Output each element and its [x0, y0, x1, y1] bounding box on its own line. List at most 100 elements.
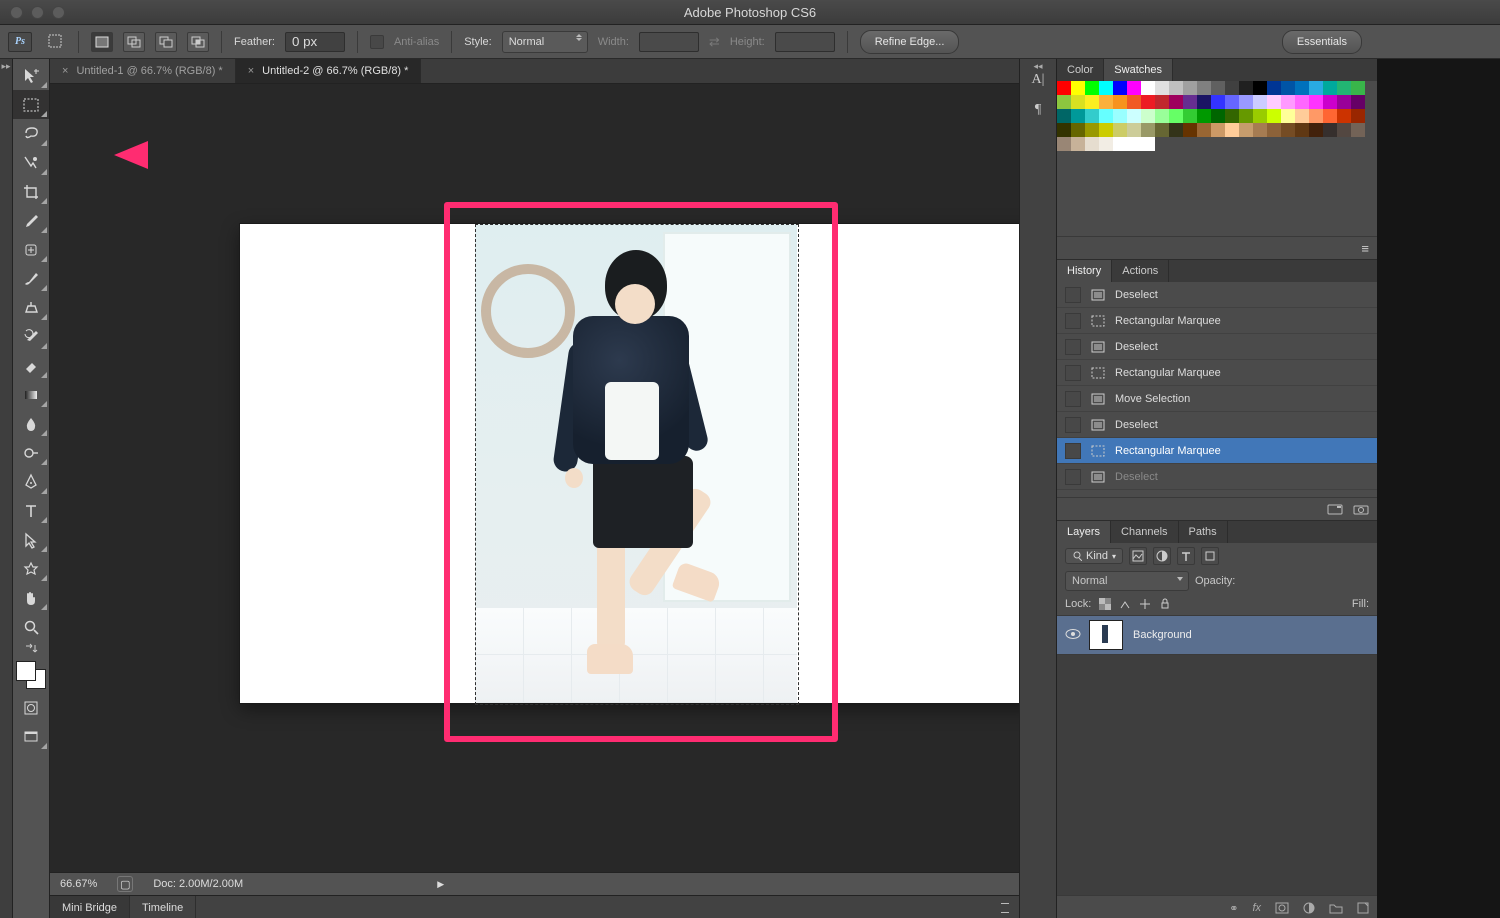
swatch[interactable] — [1057, 95, 1071, 109]
swatch[interactable] — [1337, 95, 1351, 109]
swatch[interactable] — [1295, 109, 1309, 123]
swatch[interactable] — [1253, 81, 1267, 95]
style-select[interactable]: Normal — [502, 31, 588, 53]
pen-tool[interactable] — [13, 467, 49, 496]
blend-mode-select[interactable]: Normal — [1065, 571, 1189, 591]
swatch[interactable] — [1337, 81, 1351, 95]
swatch[interactable] — [1071, 137, 1085, 151]
history-checkbox[interactable] — [1065, 287, 1081, 303]
eyedropper-tool[interactable] — [13, 206, 49, 235]
camera-icon[interactable] — [1353, 502, 1369, 516]
swatch[interactable] — [1099, 81, 1113, 95]
swatch[interactable] — [1337, 123, 1351, 137]
swatch[interactable] — [1113, 81, 1127, 95]
swatch[interactable] — [1169, 123, 1183, 137]
swatch[interactable] — [1113, 137, 1127, 151]
swatch[interactable] — [1155, 95, 1169, 109]
swatch[interactable] — [1281, 123, 1295, 137]
history-item[interactable]: Move Selection — [1057, 386, 1377, 412]
tool-preset-icon[interactable] — [46, 32, 66, 52]
swatch[interactable] — [1351, 81, 1365, 95]
swatch[interactable] — [1225, 123, 1239, 137]
swatch[interactable] — [1141, 109, 1155, 123]
swatch[interactable] — [1057, 123, 1071, 137]
swatch[interactable] — [1085, 95, 1099, 109]
zoom-level[interactable]: 66.67% — [60, 878, 97, 890]
zoom-tool[interactable] — [13, 612, 49, 641]
swatch[interactable] — [1057, 81, 1071, 95]
fx-icon[interactable]: fx — [1252, 902, 1261, 914]
tab-timeline[interactable]: Timeline — [130, 896, 196, 918]
swatch[interactable] — [1127, 81, 1141, 95]
swatch[interactable] — [1155, 109, 1169, 123]
swatch[interactable] — [1267, 123, 1281, 137]
toolbar-expand[interactable]: ▸▸ — [0, 59, 13, 918]
refine-edge-button[interactable]: Refine Edge... — [860, 30, 960, 54]
swatch[interactable] — [1057, 109, 1071, 123]
link-icon[interactable]: ⚭ — [1229, 902, 1238, 915]
new-snapshot-icon[interactable] — [1327, 502, 1343, 516]
swatch[interactable] — [1337, 109, 1351, 123]
paragraph-panel-icon[interactable]: ¶ — [1020, 95, 1056, 125]
swatch[interactable] — [1169, 81, 1183, 95]
gradient-tool[interactable] — [13, 380, 49, 409]
swatch[interactable] — [1099, 95, 1113, 109]
quick-selection-tool[interactable] — [13, 148, 49, 177]
swatch[interactable] — [1113, 95, 1127, 109]
move-tool[interactable] — [13, 61, 49, 90]
tab-channels[interactable]: Channels — [1111, 521, 1178, 543]
document-canvas[interactable] — [240, 224, 1034, 703]
swatch[interactable] — [1211, 95, 1225, 109]
collapse-icon[interactable]: ◂◂ — [1020, 59, 1056, 73]
lock-position-icon[interactable] — [1139, 598, 1151, 610]
panel-menu-icon[interactable]: ≡ — [1361, 241, 1369, 256]
feather-input[interactable] — [285, 32, 345, 52]
selection-add[interactable] — [123, 32, 145, 52]
visibility-icon[interactable] — [1065, 628, 1079, 642]
swatch[interactable] — [1295, 81, 1309, 95]
clone-stamp-tool[interactable] — [13, 293, 49, 322]
swatch[interactable] — [1183, 109, 1197, 123]
canvas-area[interactable] — [50, 84, 1019, 872]
rectangular-marquee-tool[interactable] — [13, 90, 49, 119]
swatch[interactable] — [1239, 123, 1253, 137]
swatch[interactable] — [1211, 109, 1225, 123]
history-item[interactable]: Rectangular Marquee — [1057, 308, 1377, 334]
app-icon[interactable]: Ps — [8, 32, 32, 52]
layer-row-background[interactable]: Background — [1057, 615, 1377, 655]
swatch[interactable] — [1225, 81, 1239, 95]
filter-adjust-icon[interactable] — [1153, 547, 1171, 565]
swatch[interactable] — [1099, 137, 1113, 151]
minimize-window[interactable] — [31, 6, 44, 19]
close-tab-icon[interactable]: × — [248, 65, 254, 77]
history-checkbox[interactable] — [1065, 443, 1081, 459]
swatch[interactable] — [1127, 123, 1141, 137]
history-checkbox[interactable] — [1065, 391, 1081, 407]
selection-intersect[interactable] — [187, 32, 209, 52]
swatch[interactable] — [1239, 109, 1253, 123]
filter-shape-icon[interactable] — [1201, 547, 1219, 565]
swatch[interactable] — [1071, 123, 1085, 137]
swatch[interactable] — [1309, 109, 1323, 123]
swatch[interactable] — [1253, 109, 1267, 123]
tab-layers[interactable]: Layers — [1057, 521, 1111, 543]
swatch[interactable] — [1323, 95, 1337, 109]
quickmask-tool[interactable] — [13, 693, 49, 722]
tab-color[interactable]: Color — [1057, 59, 1104, 81]
swatch[interactable] — [1239, 95, 1253, 109]
swatch[interactable] — [1197, 123, 1211, 137]
swatch[interactable] — [1267, 109, 1281, 123]
layer-filter-kind[interactable]: Kind ▾ — [1065, 548, 1123, 564]
swatch[interactable] — [1295, 95, 1309, 109]
tab-swatches[interactable]: Swatches — [1104, 59, 1173, 81]
swap-fgbg-icon[interactable] — [13, 641, 49, 657]
lock-transparent-icon[interactable] — [1099, 598, 1111, 610]
lock-all-icon[interactable] — [1159, 598, 1171, 610]
lock-image-icon[interactable] — [1119, 598, 1131, 610]
close-window[interactable] — [10, 6, 23, 19]
swatch[interactable] — [1085, 123, 1099, 137]
swatch[interactable] — [1225, 109, 1239, 123]
swatch[interactable] — [1141, 95, 1155, 109]
tab-paths[interactable]: Paths — [1179, 521, 1228, 543]
swatch[interactable] — [1113, 109, 1127, 123]
